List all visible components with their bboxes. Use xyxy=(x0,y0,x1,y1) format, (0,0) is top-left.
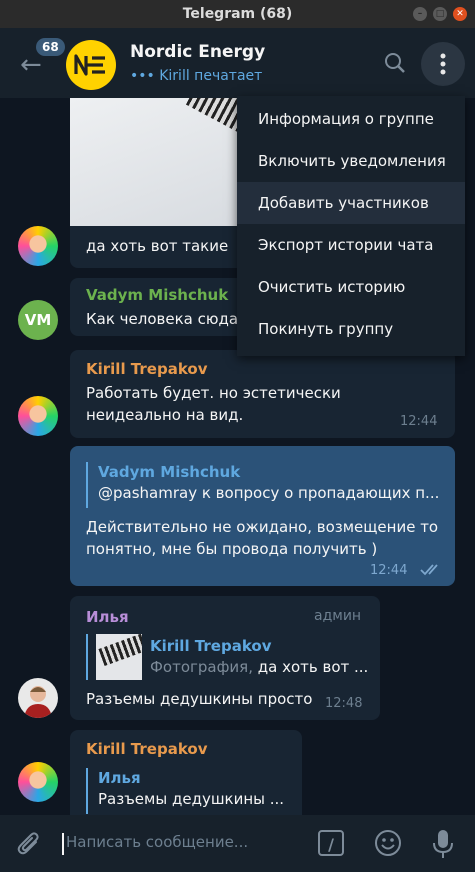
menu-item-group-info[interactable]: Информация о группе xyxy=(237,98,465,140)
admin-badge: админ xyxy=(314,608,362,624)
message-bubble[interactable]: Kirill Trepakov Илья Разъемы дедушкины .… xyxy=(70,730,302,816)
reply-media-label: Фотография, xyxy=(150,658,253,676)
group-name[interactable]: Nordic Energy xyxy=(130,42,265,62)
reply-photo-thumbnail xyxy=(96,634,142,680)
message-photo[interactable]: да хоть вот такие xyxy=(70,98,254,268)
sender-name[interactable]: Kirill Trepakov xyxy=(86,360,207,378)
avatar[interactable]: VM xyxy=(18,300,58,340)
message-bubble[interactable]: Kirill Trepakov Работать будет. но эстет… xyxy=(70,350,455,438)
back-arrow-icon[interactable]: ← xyxy=(20,50,42,80)
message-text: Действительно не ожидано, возмещение то … xyxy=(86,518,439,558)
bot-command-icon[interactable]: / xyxy=(318,830,344,856)
text-cursor xyxy=(62,833,64,855)
sender-name[interactable]: Vadym Mishchuk xyxy=(86,286,228,304)
reply-bar xyxy=(86,634,88,680)
reply-quote[interactable]: Vadym Mishchuk @pashamray к вопросу о пр… xyxy=(86,462,439,508)
chat-header: ← 68 Nordic Energy ••• Kirill печатает xyxy=(0,28,475,98)
search-icon[interactable] xyxy=(384,52,406,78)
attach-icon[interactable] xyxy=(16,830,42,862)
photo-thumbnail[interactable] xyxy=(70,98,254,226)
microphone-icon[interactable] xyxy=(432,829,454,863)
avatar[interactable] xyxy=(18,678,58,718)
avatar[interactable] xyxy=(18,396,58,436)
reply-sender: Vadym Mishchuk xyxy=(98,463,241,481)
typing-dots-icon: ••• xyxy=(130,68,155,84)
reply-text: Разъемы дедушкины ... xyxy=(98,790,285,808)
avatar[interactable] xyxy=(18,762,58,802)
sender-name[interactable]: Kirill Trepakov xyxy=(86,740,207,758)
reply-sender: Илья xyxy=(98,769,141,787)
vertical-dots-icon xyxy=(440,53,446,75)
maximize-icon[interactable]: □ xyxy=(433,7,447,21)
message-time: 12:48 xyxy=(325,696,363,711)
read-checks-icon xyxy=(420,562,444,581)
menu-item-leave-group[interactable]: Покинуть группу xyxy=(237,308,465,350)
message-bubble[interactable]: Vadym Mishchuk Как человека сюда xyxy=(70,278,250,336)
message-text: да хоть вот такие xyxy=(86,237,229,255)
message-text: Разъемы дедушкины просто xyxy=(86,690,313,708)
message-time: 12:44 xyxy=(400,414,438,429)
message-bubble-outgoing[interactable]: Vadym Mishchuk @pashamray к вопросу о пр… xyxy=(70,446,455,586)
reply-sender: Kirill Trepakov xyxy=(150,637,272,655)
message-composer: Написать сообщение... / xyxy=(0,815,475,872)
message-text: Работать будет. но эстетически неидеальн… xyxy=(86,384,341,424)
menu-item-enable-notifications[interactable]: Включить уведомления xyxy=(237,140,465,182)
reply-text: да хоть вот ... xyxy=(257,658,369,676)
message-time: 12:44 xyxy=(370,563,408,578)
message-input[interactable]: Написать сообщение... xyxy=(66,833,248,851)
window-title: Telegram (68) xyxy=(182,6,293,22)
message-text: Как человека сюда xyxy=(86,310,239,328)
menu-item-export-history[interactable]: Экспорт истории чата xyxy=(237,224,465,266)
more-menu-button[interactable] xyxy=(421,42,465,86)
reply-text: @pashamray к вопросу о пропадающих п... xyxy=(98,484,440,502)
reply-quote[interactable]: Илья Разъемы дедушкины ... xyxy=(86,768,284,814)
typing-status: ••• Kirill печатает xyxy=(130,68,263,84)
reply-quote[interactable]: Kirill Trepakov Фотография, да хоть вот … xyxy=(150,636,368,678)
emoji-icon[interactable] xyxy=(374,829,402,861)
sender-name[interactable]: Илья xyxy=(86,608,129,626)
avatar[interactable] xyxy=(18,226,58,266)
group-avatar[interactable] xyxy=(66,40,116,90)
group-options-menu: Информация о группе Включить уведомления… xyxy=(237,96,465,356)
close-icon[interactable]: ✕ xyxy=(453,7,467,21)
minimize-icon[interactable]: – xyxy=(413,7,427,21)
message-bubble[interactable]: Илья админ Kirill Trepakov Фотография, д… xyxy=(70,596,380,720)
nordic-energy-logo-icon xyxy=(74,54,105,76)
unread-badge: 68 xyxy=(36,38,65,56)
menu-item-clear-history[interactable]: Очистить историю xyxy=(237,266,465,308)
window-titlebar: Telegram (68) – □ ✕ xyxy=(0,0,475,28)
menu-item-add-members[interactable]: Добавить участников xyxy=(237,182,465,224)
